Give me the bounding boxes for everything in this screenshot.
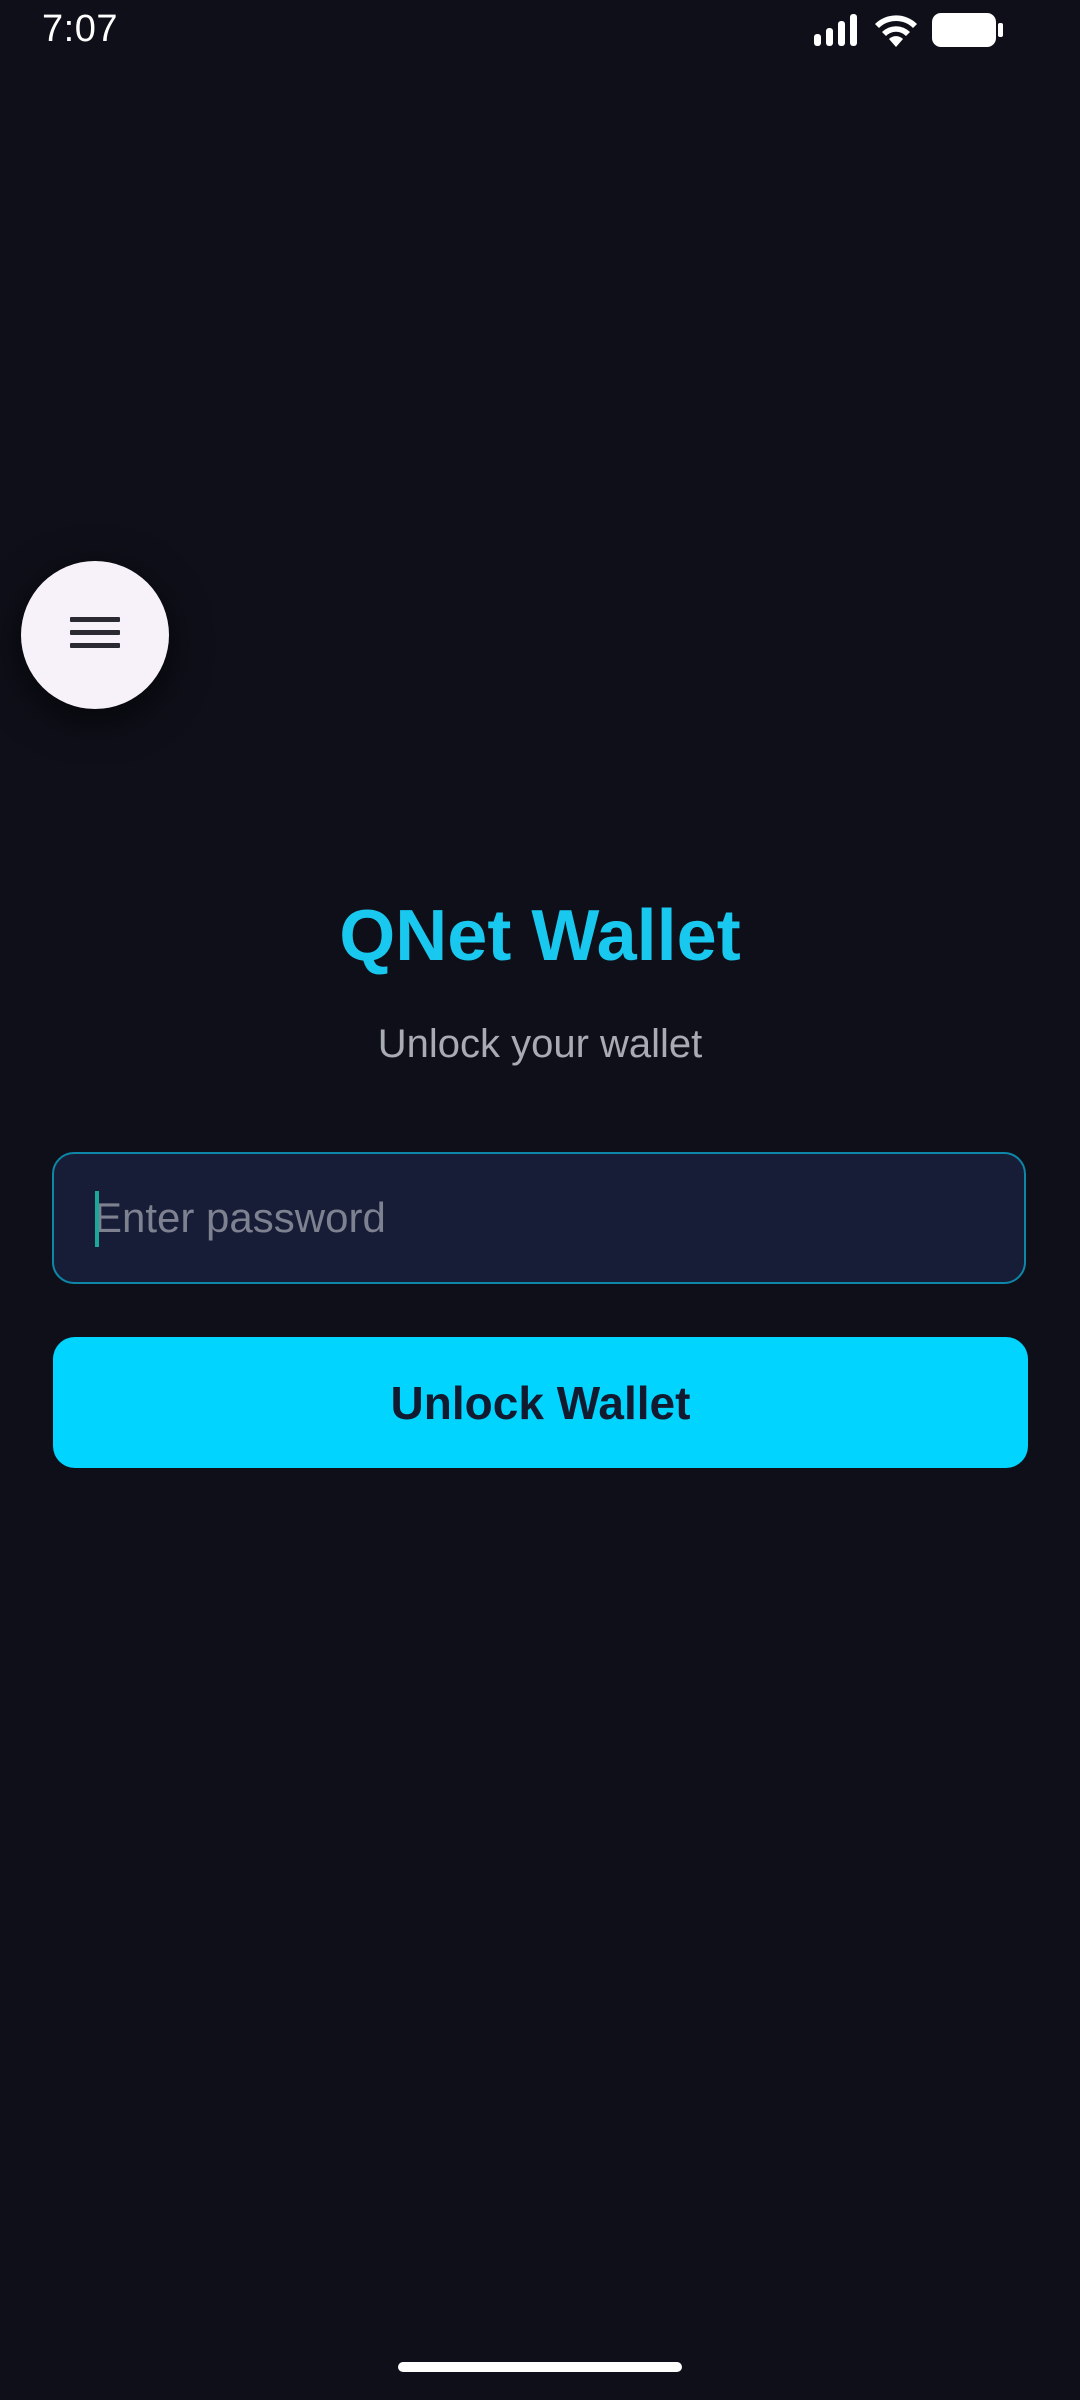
text-cursor xyxy=(95,1191,99,1247)
unlock-screen: 7:07 QNet Wallet Unlock your wallet Unlo… xyxy=(0,0,1080,2400)
status-icons xyxy=(814,12,1004,52)
password-input[interactable] xyxy=(94,1154,994,1282)
page-subtitle: Unlock your wallet xyxy=(377,1022,703,1066)
status-time: 7:07 xyxy=(42,8,118,50)
hamburger-menu-icon xyxy=(70,615,120,656)
password-field[interactable] xyxy=(52,1152,1026,1284)
battery-icon xyxy=(932,12,1004,53)
menu-button[interactable] xyxy=(21,561,169,709)
unlock-wallet-button[interactable]: Unlock Wallet xyxy=(53,1337,1028,1468)
signal-icon xyxy=(814,13,860,51)
wifi-icon xyxy=(874,13,918,52)
status-bar: 7:07 xyxy=(0,0,1080,60)
home-indicator[interactable] xyxy=(398,2362,682,2372)
page-title: QNet Wallet xyxy=(339,896,741,976)
